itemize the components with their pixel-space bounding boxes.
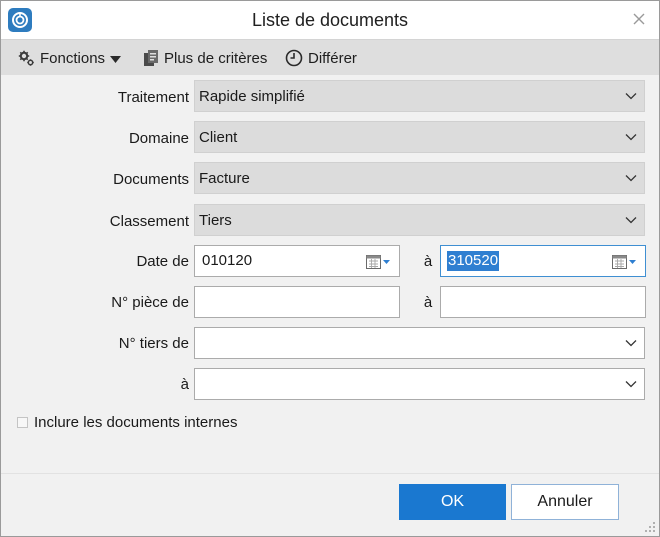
calendar-icon[interactable] (612, 254, 637, 270)
classement-value: Tiers (199, 212, 232, 229)
date-to-calendar-button[interactable] (612, 254, 637, 270)
piece-from-label: N° pièce de (111, 294, 189, 311)
piece-to-label: à (423, 294, 433, 311)
domaine-select[interactable]: Client (194, 121, 645, 153)
ok-button[interactable]: OK (399, 484, 506, 520)
domaine-label: Domaine (128, 130, 189, 147)
dialog-window: Liste de documents Fonctions Plus de cri… (0, 0, 660, 537)
documents-label: Documents (113, 171, 189, 188)
functions-label: Fonctions (40, 49, 106, 67)
footer-divider (1, 473, 659, 474)
chevron-down-icon (625, 339, 637, 347)
documents-select[interactable]: Facture (194, 162, 645, 194)
tiers-from-label: N° tiers de (118, 335, 189, 352)
traitement-value: Rapide simplifié (199, 88, 305, 105)
chevron-down-icon (625, 216, 637, 224)
include-internal-docs-checkbox[interactable] (17, 417, 28, 428)
traitement-label: Traitement (117, 89, 189, 106)
traitement-select[interactable]: Rapide simplifié (194, 80, 645, 112)
chevron-down-icon (625, 133, 637, 141)
date-from-input[interactable]: 010120 (194, 245, 400, 277)
close-icon[interactable] (629, 9, 649, 29)
calendar-icon[interactable] (366, 254, 391, 270)
defer-label: Différer (308, 49, 357, 67)
classement-label: Classement (109, 213, 189, 230)
close-button[interactable] (629, 9, 649, 29)
date-from-value: 010120 (202, 252, 253, 269)
date-from-label: Date de (136, 253, 189, 270)
tiers-from-select[interactable] (194, 327, 645, 359)
chevron-down-icon (625, 174, 637, 182)
toolbar: Fonctions Plus de critères Différer (1, 39, 659, 75)
include-internal-docs-label: Inclure les documents internes (34, 414, 238, 431)
chevron-down-icon (625, 92, 637, 100)
filter-icon (143, 49, 159, 67)
classement-select[interactable]: Tiers (194, 204, 645, 236)
domaine-value: Client (199, 129, 238, 146)
clock-icon (285, 49, 303, 67)
resize-grip-icon[interactable] (644, 521, 656, 533)
title-bar: Liste de documents (1, 1, 659, 39)
include-internal-docs-row[interactable]: Inclure les documents internes (17, 414, 237, 431)
cancel-button[interactable]: Annuler (511, 484, 619, 520)
more-criteria-button[interactable]: Plus de critères (143, 40, 267, 76)
chevron-down-icon (625, 380, 637, 388)
tiers-to-label: à (180, 376, 189, 393)
caret-down-icon (110, 50, 122, 67)
date-from-calendar-button[interactable] (366, 254, 391, 270)
more-criteria-label: Plus de critères (164, 49, 268, 67)
date-to-value: 310520 (447, 251, 500, 271)
gear-icon (18, 50, 35, 67)
piece-from-input[interactable] (194, 286, 400, 318)
tiers-to-select[interactable] (194, 368, 645, 400)
date-to-label: à (423, 253, 433, 270)
window-title: Liste de documents (251, 10, 409, 30)
piece-to-input[interactable] (440, 286, 646, 318)
defer-button[interactable]: Différer (285, 40, 357, 76)
documents-value: Facture (199, 170, 250, 187)
date-to-input[interactable]: 310520 (440, 245, 646, 277)
functions-menu-button[interactable]: Fonctions (18, 40, 122, 76)
